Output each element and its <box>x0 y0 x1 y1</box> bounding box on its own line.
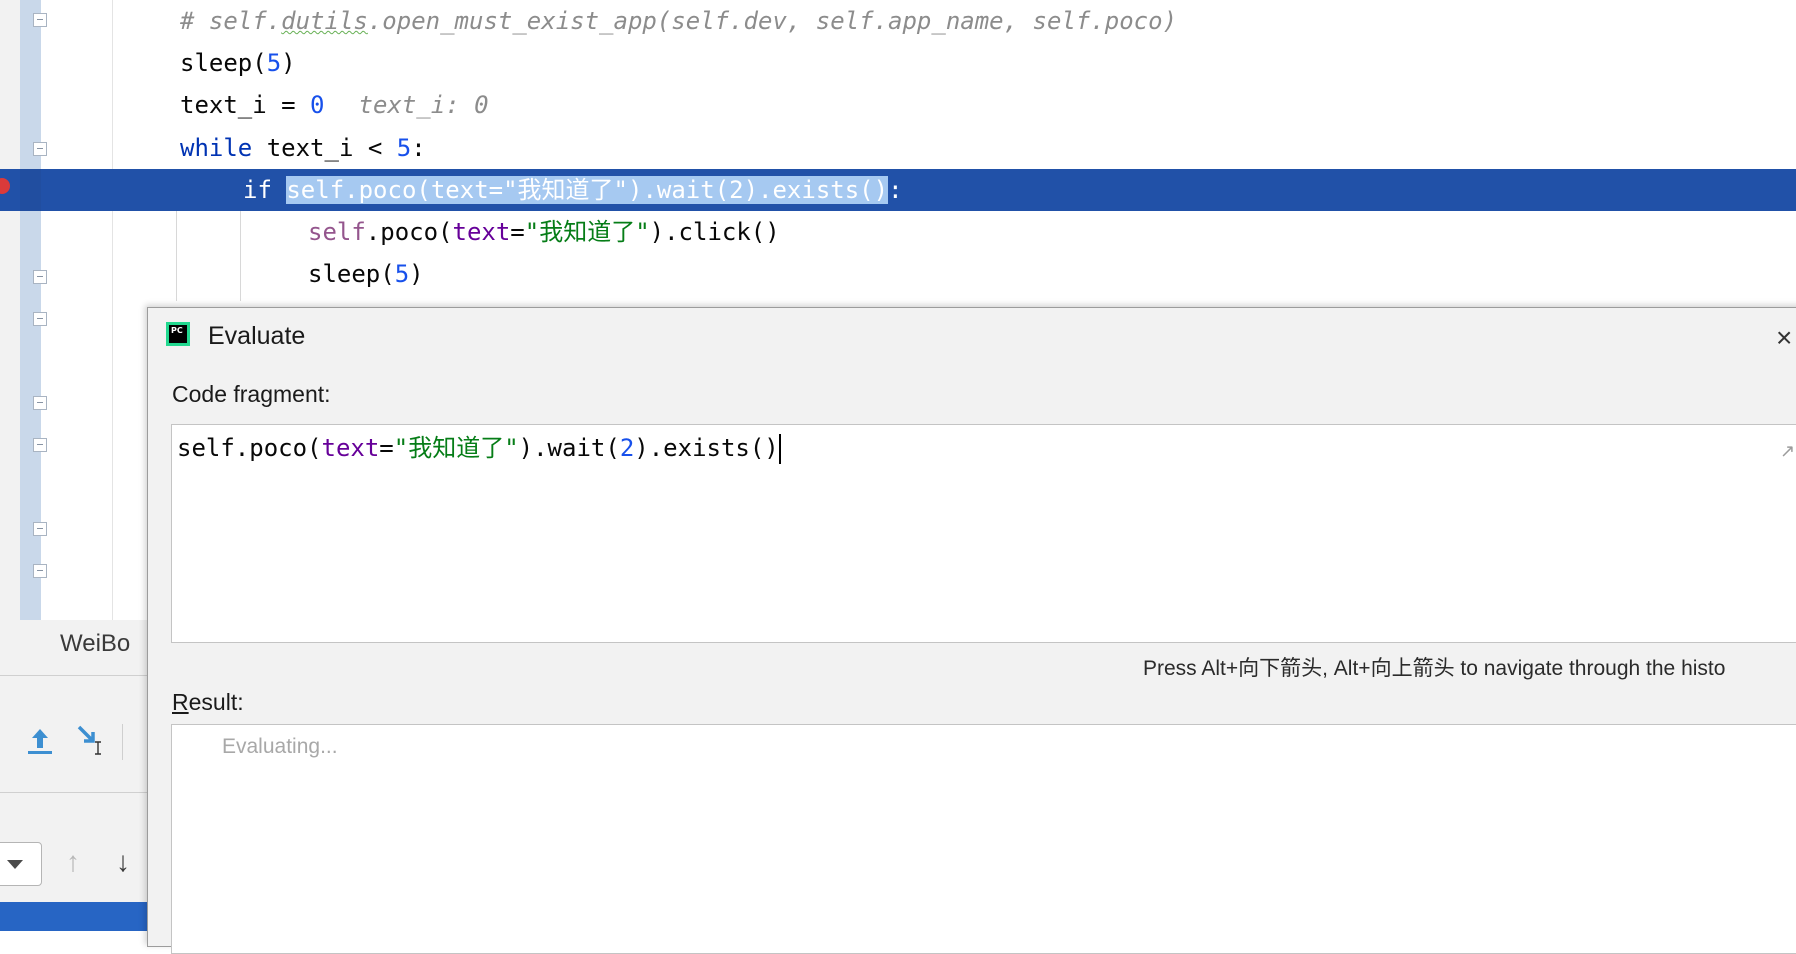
code-fragment-input[interactable]: self.poco(text="我知道了").wait(2).exists() … <box>171 424 1796 643</box>
code-token: ) <box>409 260 424 288</box>
divider <box>0 792 147 793</box>
fold-marker-icon[interactable] <box>33 270 47 284</box>
typo-squiggle: dutils <box>281 7 368 35</box>
code-token: self <box>177 434 235 462</box>
fold-marker-icon[interactable] <box>33 312 47 326</box>
keyword: if <box>243 176 272 204</box>
number-literal: 5 <box>396 134 412 162</box>
text-caret <box>778 434 781 464</box>
execution-point-gutter <box>20 169 41 211</box>
comment-text: .open_must_exist_app(self.dev, self.app_… <box>367 7 1178 35</box>
code-token: ) <box>281 49 296 77</box>
toolbar-separator <box>122 724 123 760</box>
evaluating-status: Evaluating... <box>222 735 338 758</box>
fold-marker-icon[interactable] <box>33 438 47 452</box>
comment-text: # self. <box>180 7 282 35</box>
number-literal: 5 <box>394 260 410 288</box>
fold-marker-icon[interactable] <box>33 564 47 578</box>
code-line-5[interactable]: if self.poco(text="我知道了").wait(2).exists… <box>243 169 903 211</box>
indent-guide <box>240 211 241 301</box>
keyword: while <box>180 134 253 162</box>
code-line-7[interactable]: sleep(5) <box>308 253 424 295</box>
code-token: ).wait( <box>518 434 620 462</box>
fold-marker-icon[interactable] <box>33 522 47 536</box>
code-token: = <box>379 434 394 462</box>
code-token: .poco( <box>365 218 453 246</box>
code-line-6[interactable]: self.poco(text="我知道了").click() <box>308 211 780 253</box>
param-name: text <box>321 434 380 462</box>
selected-frame-bar[interactable] <box>0 902 147 931</box>
fold-marker-icon[interactable] <box>33 13 47 27</box>
down-arrow-icon[interactable]: ↓ <box>116 848 130 876</box>
result-label-mnemonic: R <box>172 689 189 715</box>
indent-guide <box>176 211 177 301</box>
debug-tool-panel: WeiBo ↑ ↓ <box>0 620 147 931</box>
frames-dropdown[interactable] <box>0 842 42 886</box>
code-fragment-label: Code fragment: <box>172 381 331 407</box>
code-line-2[interactable]: sleep(5) <box>180 42 296 84</box>
inline-debug-value: text_i: 0 <box>358 91 489 119</box>
string-literal: "我知道了" <box>524 218 650 246</box>
result-label: Result: <box>172 689 244 716</box>
fold-marker-icon[interactable] <box>33 396 47 410</box>
pycharm-logo-icon: PC <box>166 322 190 346</box>
up-arrow-icon[interactable]: ↑ <box>66 848 80 876</box>
fold-marker-icon[interactable] <box>33 142 47 156</box>
dialog-title: Evaluate <box>208 322 306 350</box>
self-keyword: self <box>308 218 366 246</box>
code-token: sleep( <box>180 49 267 77</box>
number-literal: 0 <box>310 91 325 119</box>
tab-weibo[interactable]: WeiBo <box>60 630 130 658</box>
selected-expression[interactable]: self.poco(text="我知道了").wait(2).exists() <box>286 176 889 204</box>
step-out-icon[interactable] <box>26 726 54 761</box>
history-hint: Press Alt+向下箭头, Alt+向上箭头 to navigate thr… <box>1143 657 1726 680</box>
run-to-cursor-icon[interactable] <box>76 724 108 761</box>
code-token: ).click() <box>649 218 780 246</box>
code-line-4[interactable]: while text_i < 5: <box>180 127 426 169</box>
code-line-1[interactable]: # self.dutils.open_must_exist_app(self.d… <box>180 0 1177 42</box>
evaluate-dialog: PC Evaluate × Code fragment: self.poco(t… <box>147 307 1796 954</box>
result-label-text: esult: <box>188 689 244 715</box>
code-token: : <box>411 134 426 162</box>
code-token: .poco( <box>234 434 322 462</box>
gutter-separator <box>112 0 113 620</box>
expand-icon[interactable]: ↗ <box>1780 441 1795 462</box>
divider <box>0 675 147 676</box>
code-token: text_i < <box>252 134 397 162</box>
code-line-3[interactable]: text_i = 0 text_i: 0 <box>180 84 489 126</box>
close-button[interactable]: × <box>1776 322 1792 354</box>
result-tree[interactable]: Evaluating... <box>171 724 1796 954</box>
number-literal: 2 <box>619 434 635 462</box>
code-token: text_i = <box>180 91 311 119</box>
gutter[interactable] <box>0 0 20 620</box>
param-name: text <box>452 218 511 246</box>
code-token: sleep( <box>308 260 395 288</box>
code-token: = <box>510 218 525 246</box>
code-token: ).exists() <box>634 434 779 462</box>
code-token: : <box>888 176 903 204</box>
string-literal: "我知道了" <box>393 434 519 462</box>
code-fragment-text[interactable]: self.poco(text="我知道了").wait(2).exists() <box>177 430 781 466</box>
number-literal: 5 <box>266 49 282 77</box>
